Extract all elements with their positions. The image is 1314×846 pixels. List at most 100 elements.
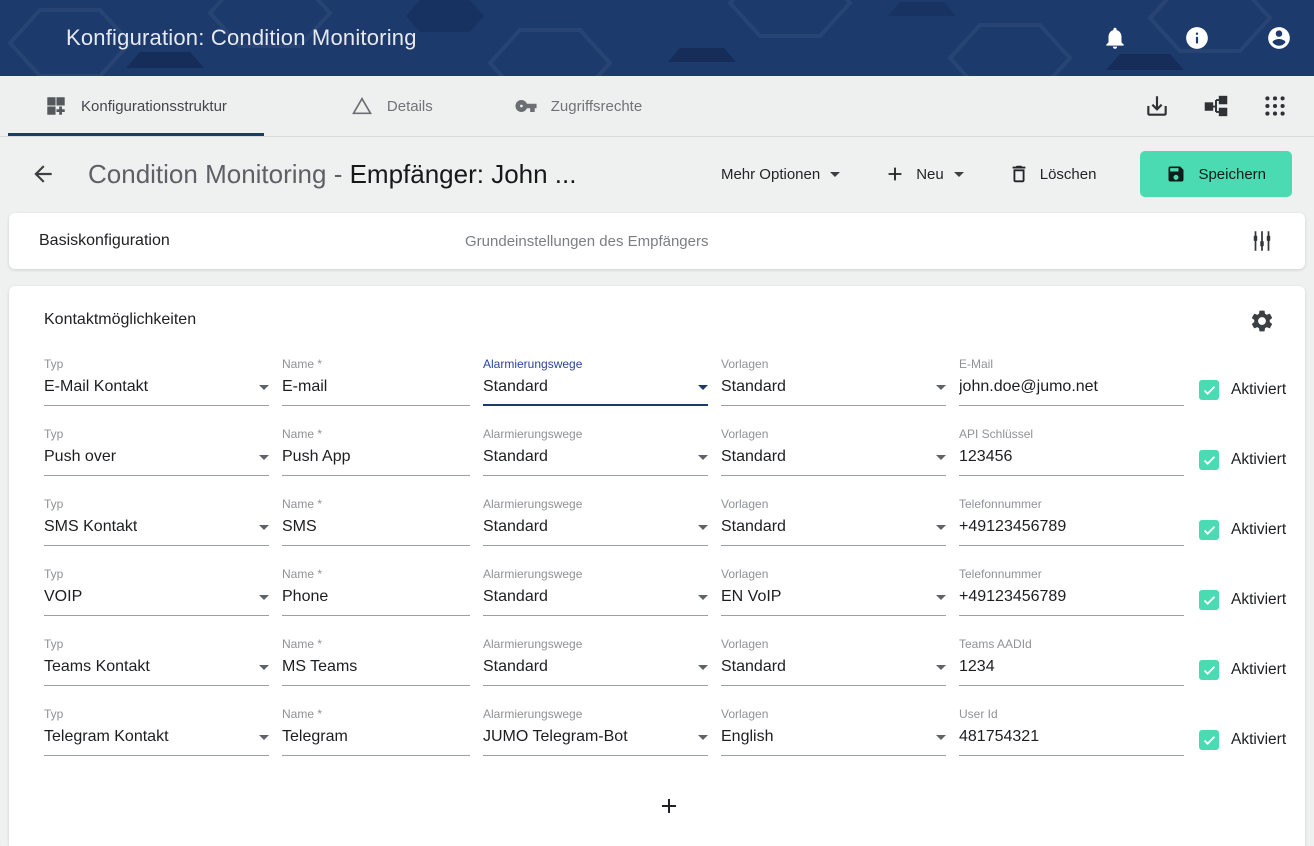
vorlagen-label: Vorlagen — [721, 357, 946, 371]
info-icon[interactable] — [1184, 25, 1210, 51]
name-input[interactable] — [282, 728, 470, 746]
name-field[interactable]: Name * — [282, 707, 470, 756]
typ-select[interactable]: Typ SMS Kontakt — [44, 497, 269, 546]
aktiviert-checkbox[interactable] — [1199, 660, 1219, 680]
dropdown-arrow-icon — [259, 455, 269, 460]
aktiviert-cell: Aktiviert — [1197, 730, 1293, 750]
vorlagen-select[interactable]: Vorlagen EN VoIP — [721, 567, 946, 616]
name-label: Name * — [282, 357, 470, 371]
app-header-actions — [1102, 25, 1292, 51]
basis-card-title: Basiskonfiguration — [39, 232, 170, 250]
gear-icon[interactable] — [1249, 308, 1275, 334]
apps-grid-icon[interactable] — [1262, 93, 1288, 119]
extra-field[interactable]: API Schlüssel — [959, 427, 1184, 476]
vorlagen-select[interactable]: Vorlagen Standard — [721, 427, 946, 476]
alarmierungswege-label: Alarmierungswege — [483, 567, 708, 581]
hierarchy-icon[interactable] — [1203, 93, 1229, 119]
vorlagen-select[interactable]: Vorlagen Standard — [721, 357, 946, 406]
account-icon[interactable] — [1266, 25, 1292, 51]
alarmierungswege-select[interactable]: Alarmierungswege Standard — [483, 637, 708, 686]
extra-input[interactable] — [959, 588, 1184, 606]
typ-value: VOIP — [44, 588, 82, 606]
dropdown-arrow-icon — [698, 385, 708, 390]
aktiviert-checkbox[interactable] — [1199, 520, 1219, 540]
extra-input[interactable] — [959, 658, 1184, 676]
aktiviert-checkbox[interactable] — [1199, 730, 1219, 750]
vorlagen-select[interactable]: Vorlagen Standard — [721, 637, 946, 686]
aktiviert-cell: Aktiviert — [1197, 590, 1293, 610]
tab-zugriffsrechte[interactable]: Zugriffsrechte — [478, 76, 679, 136]
extra-label: Teams AADId — [959, 637, 1184, 651]
vorlagen-select[interactable]: Vorlagen English — [721, 707, 946, 756]
typ-label: Typ — [44, 357, 269, 371]
tune-sliders-icon[interactable] — [1249, 228, 1275, 254]
tab-details[interactable]: Details — [314, 76, 470, 136]
extra-input[interactable] — [959, 518, 1184, 536]
checkmark-icon — [1202, 663, 1217, 678]
name-input[interactable] — [282, 518, 470, 536]
name-input[interactable] — [282, 448, 470, 466]
extra-field[interactable]: User Id — [959, 707, 1184, 756]
delete-button[interactable]: Löschen — [1008, 163, 1097, 185]
extra-input[interactable] — [959, 448, 1184, 466]
name-label: Name * — [282, 707, 470, 721]
basis-card-subtitle: Grundeinstellungen des Empfängers — [465, 233, 709, 250]
extra-label: API Schlüssel — [959, 427, 1184, 441]
name-field[interactable]: Name * — [282, 637, 470, 686]
dropdown-arrow-icon — [259, 385, 269, 390]
tab-konfigurationsstruktur[interactable]: Konfigurationsstruktur — [8, 76, 264, 136]
save-label: Speichern — [1198, 166, 1266, 183]
alarmierungswege-select[interactable]: Alarmierungswege JUMO Telegram-Bot — [483, 707, 708, 756]
tab-label: Konfigurationsstruktur — [81, 98, 227, 115]
more-options-button[interactable]: Mehr Optionen — [721, 166, 840, 183]
name-label: Name * — [282, 567, 470, 581]
extra-input[interactable] — [959, 728, 1184, 746]
extra-field[interactable]: Telefonnummer — [959, 567, 1184, 616]
name-input[interactable] — [282, 658, 470, 676]
name-field[interactable]: Name * — [282, 427, 470, 476]
page-title-emphasis: Empfänger: John ... — [350, 159, 577, 189]
extra-field[interactable]: Teams AADId — [959, 637, 1184, 686]
aktiviert-checkbox[interactable] — [1199, 380, 1219, 400]
back-arrow-icon[interactable] — [30, 161, 56, 187]
alarmierungswege-select[interactable]: Alarmierungswege Standard — [483, 567, 708, 616]
download-icon[interactable] — [1144, 93, 1170, 119]
new-button[interactable]: Neu — [884, 163, 964, 185]
vorlagen-label: Vorlagen — [721, 707, 946, 721]
alarmierungswege-select[interactable]: Alarmierungswege Standard — [483, 357, 708, 406]
name-label: Name * — [282, 497, 470, 511]
name-input[interactable] — [282, 378, 470, 396]
alarmierungswege-label: Alarmierungswege — [483, 427, 708, 441]
dropdown-arrow-icon — [936, 735, 946, 740]
extra-field[interactable]: Telefonnummer — [959, 497, 1184, 546]
name-field[interactable]: Name * — [282, 357, 470, 406]
aktiviert-checkbox[interactable] — [1199, 590, 1219, 610]
page-title: Condition Monitoring - Empfänger: John .… — [88, 159, 576, 190]
typ-select[interactable]: Typ Teams Kontakt — [44, 637, 269, 686]
checkmark-icon — [1202, 733, 1217, 748]
name-input[interactable] — [282, 588, 470, 606]
name-field[interactable]: Name * — [282, 567, 470, 616]
typ-select[interactable]: Typ E-Mail Kontakt — [44, 357, 269, 406]
typ-select[interactable]: Typ VOIP — [44, 567, 269, 616]
vorlagen-select[interactable]: Vorlagen Standard — [721, 497, 946, 546]
add-contact-button[interactable] — [654, 791, 684, 821]
typ-label: Typ — [44, 427, 269, 441]
name-field[interactable]: Name * — [282, 497, 470, 546]
name-label: Name * — [282, 427, 470, 441]
typ-select[interactable]: Typ Push over — [44, 427, 269, 476]
extra-input[interactable] — [959, 378, 1184, 396]
page-title-prefix: Condition Monitoring - — [88, 159, 350, 189]
checkmark-icon — [1202, 383, 1217, 398]
alarmierungswege-value: Standard — [483, 448, 548, 466]
aktiviert-label: Aktiviert — [1231, 381, 1286, 399]
alarmierungswege-select[interactable]: Alarmierungswege Standard — [483, 497, 708, 546]
typ-select[interactable]: Typ Telegram Kontakt — [44, 707, 269, 756]
extra-field[interactable]: E-Mail — [959, 357, 1184, 406]
save-button[interactable]: Speichern — [1140, 151, 1292, 197]
dropdown-arrow-icon — [936, 385, 946, 390]
alarmierungswege-select[interactable]: Alarmierungswege Standard — [483, 427, 708, 476]
aktiviert-checkbox[interactable] — [1199, 450, 1219, 470]
notifications-bell-icon[interactable] — [1102, 25, 1128, 51]
basis-configuration-card[interactable]: Basiskonfiguration Grundeinstellungen de… — [9, 213, 1305, 269]
